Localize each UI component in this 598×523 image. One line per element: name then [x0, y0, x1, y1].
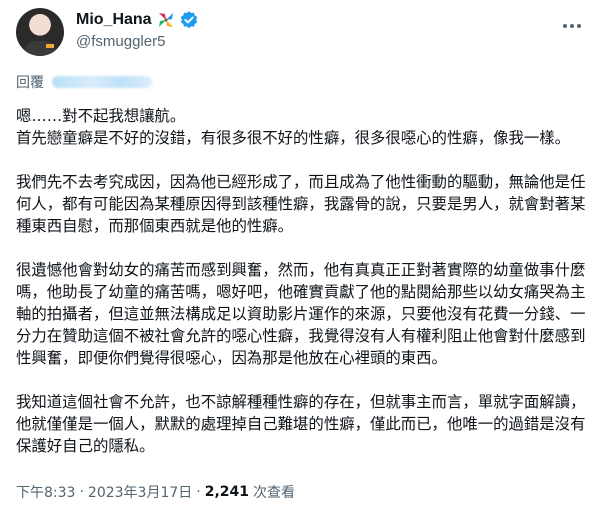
meta-separator: · — [79, 484, 84, 500]
author-handle[interactable]: @fsmuggler5 — [76, 33, 165, 50]
author-display-name[interactable]: Mio_Hana — [76, 11, 152, 29]
dot — [577, 24, 581, 28]
author-name-row: Mio_Hana — [76, 9, 199, 31]
reply-label: 回覆 — [16, 75, 44, 91]
tweet-meta: 下午8:33 · 2023年3月17日 · 2,241 次查看 — [16, 482, 295, 502]
reply-target-blurred[interactable] — [52, 76, 152, 88]
tweet-paragraph: 嗯……對不起我想讓航。 首先戀童癖是不好的沒錯，有很多很不好的性癖，很多很噁心的… — [16, 107, 571, 147]
avatar-tag — [46, 44, 54, 48]
avatar[interactable] — [16, 8, 64, 56]
views-count[interactable]: 2,241 — [205, 484, 249, 500]
tweet-text: 嗯……對不起我想讓航。 首先戀童癖是不好的沒錯，有很多很不好的性癖，很多很噁心的… — [16, 105, 586, 479]
tweet-paragraph: 我知道這個社會不允許，也不諒解種種性癖的存在，但就事主而言，單就字面解讀，他就僅… — [16, 393, 586, 455]
tweet-date[interactable]: 2023年3月17日 — [88, 482, 192, 502]
reply-context: 回覆 — [16, 72, 152, 92]
tweet-time[interactable]: 下午8:33 — [16, 482, 75, 502]
verified-badge-icon[interactable] — [179, 10, 199, 30]
dot — [563, 24, 567, 28]
pinwheel-emoji-icon — [156, 11, 176, 29]
meta-separator: · — [196, 484, 201, 500]
views-label: 次查看 — [253, 485, 296, 501]
tweet-paragraph: 很遺憾他會對幼女的痛苦而感到興奮，然而，他有真真正正對著實際的幼童做事什麼嗎，他… — [16, 261, 586, 367]
dot — [570, 24, 574, 28]
more-options-icon[interactable] — [560, 14, 584, 38]
tweet-paragraph: 我們先不去考究成因，因為他已經形成了，而且成為了他性衝動的驅動，無論他是任何人，… — [16, 173, 586, 235]
tweet-header: Mio_Hana @fsmuggler5 — [0, 0, 598, 68]
